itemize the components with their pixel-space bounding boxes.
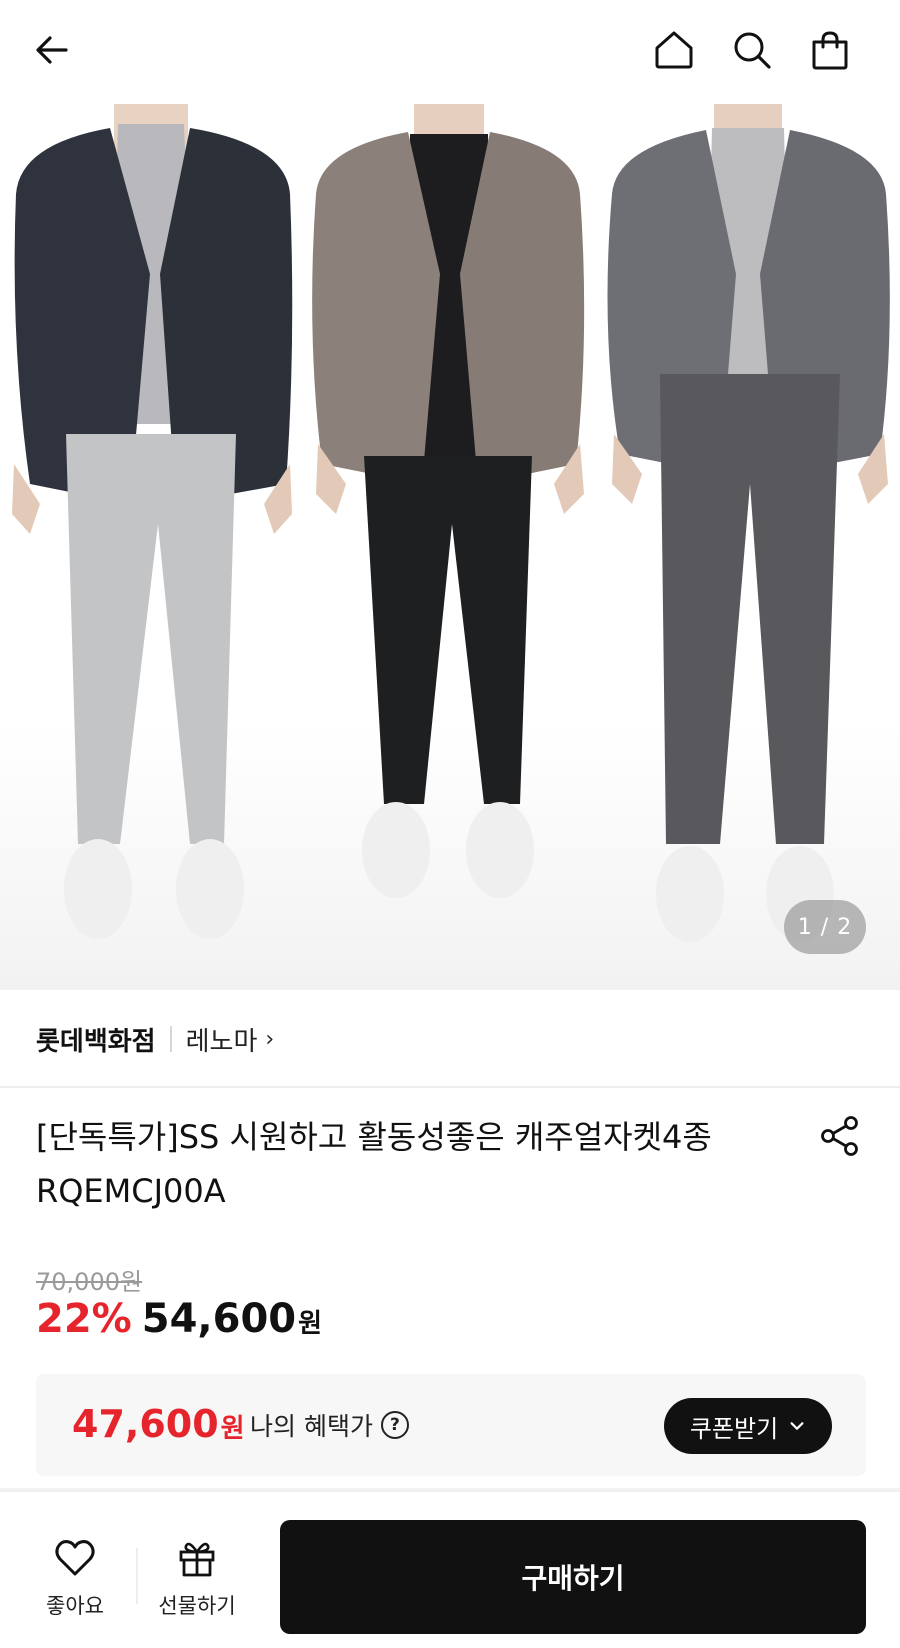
cart-button[interactable] bbox=[802, 22, 858, 78]
product-title-line1: [단독특가]SS 시원하고 활동성좋은 캐주얼자켓4종 bbox=[36, 1118, 712, 1156]
product-title: [단독특가]SS 시원하고 활동성좋은 캐주얼자켓4종 RQEMCJ00A bbox=[36, 1110, 776, 1218]
sale-price: 54,600 bbox=[141, 1296, 297, 1342]
share-icon bbox=[821, 1116, 858, 1156]
back-button[interactable] bbox=[24, 22, 80, 78]
brand-name: 레노마 bbox=[185, 1026, 258, 1057]
original-price: 70,000원 bbox=[36, 1268, 143, 1296]
benefit-price-box: 47,600 원 나의 혜택가 ? 쿠폰받기 bbox=[36, 1374, 866, 1476]
bottom-separator bbox=[136, 1548, 138, 1604]
discount-rate: 22% bbox=[36, 1296, 132, 1342]
help-icon[interactable]: ? bbox=[380, 1411, 409, 1439]
store-brand-row: 롯데백화점 레노마 › bbox=[36, 1018, 274, 1060]
price-row: 22% 54,600 원 bbox=[36, 1296, 322, 1342]
get-coupon-button[interactable]: 쿠폰받기 bbox=[664, 1398, 832, 1454]
product-code: RQEMCJ00A bbox=[36, 1172, 226, 1210]
shopping-bag-icon bbox=[812, 31, 848, 70]
model-grey-jacket bbox=[607, 104, 890, 942]
gift-label: 선물하기 bbox=[158, 1594, 236, 1618]
heart-icon bbox=[55, 1540, 95, 1576]
section-divider bbox=[0, 1086, 900, 1088]
sale-price-currency: 원 bbox=[298, 1309, 323, 1339]
benefit-price-currency: 원 bbox=[220, 1414, 245, 1444]
coupon-button-label: 쿠폰받기 bbox=[689, 1414, 779, 1443]
bottom-action-bar: 좋아요 선물하기 구매하기 bbox=[0, 1490, 900, 1648]
store-name[interactable]: 롯데백화점 bbox=[36, 1021, 156, 1058]
model-navy-jacket bbox=[12, 104, 293, 939]
model-taupe-jacket bbox=[312, 104, 585, 898]
like-button[interactable]: 좋아요 bbox=[20, 1536, 130, 1620]
search-button[interactable] bbox=[724, 22, 780, 78]
store-separator bbox=[169, 1026, 172, 1052]
chevron-down-icon bbox=[790, 1422, 804, 1430]
buy-button[interactable]: 구매하기 bbox=[280, 1520, 866, 1634]
search-icon bbox=[734, 32, 771, 69]
share-button[interactable] bbox=[818, 1114, 862, 1158]
arrow-left-icon bbox=[36, 36, 68, 64]
top-navigation-bar bbox=[0, 0, 900, 104]
like-label: 좋아요 bbox=[46, 1594, 104, 1618]
home-button[interactable] bbox=[646, 22, 702, 78]
chevron-right-icon: › bbox=[265, 1026, 275, 1052]
benefit-label-text: 나의 혜택가 bbox=[250, 1412, 373, 1441]
product-photo bbox=[12, 104, 890, 942]
gift-button[interactable]: 선물하기 bbox=[142, 1536, 252, 1620]
gift-icon bbox=[179, 1542, 215, 1577]
benefit-price: 47,600 원 bbox=[72, 1402, 245, 1446]
brand-link[interactable]: 레노마 › bbox=[186, 1021, 275, 1058]
benefit-label: 나의 혜택가 ? bbox=[250, 1407, 409, 1443]
benefit-price-value: 47,600 bbox=[72, 1402, 219, 1446]
image-counter: 1 / 2 bbox=[784, 900, 866, 954]
product-image-gallery[interactable]: 1 / 2 bbox=[0, 104, 900, 990]
home-icon bbox=[655, 31, 693, 69]
